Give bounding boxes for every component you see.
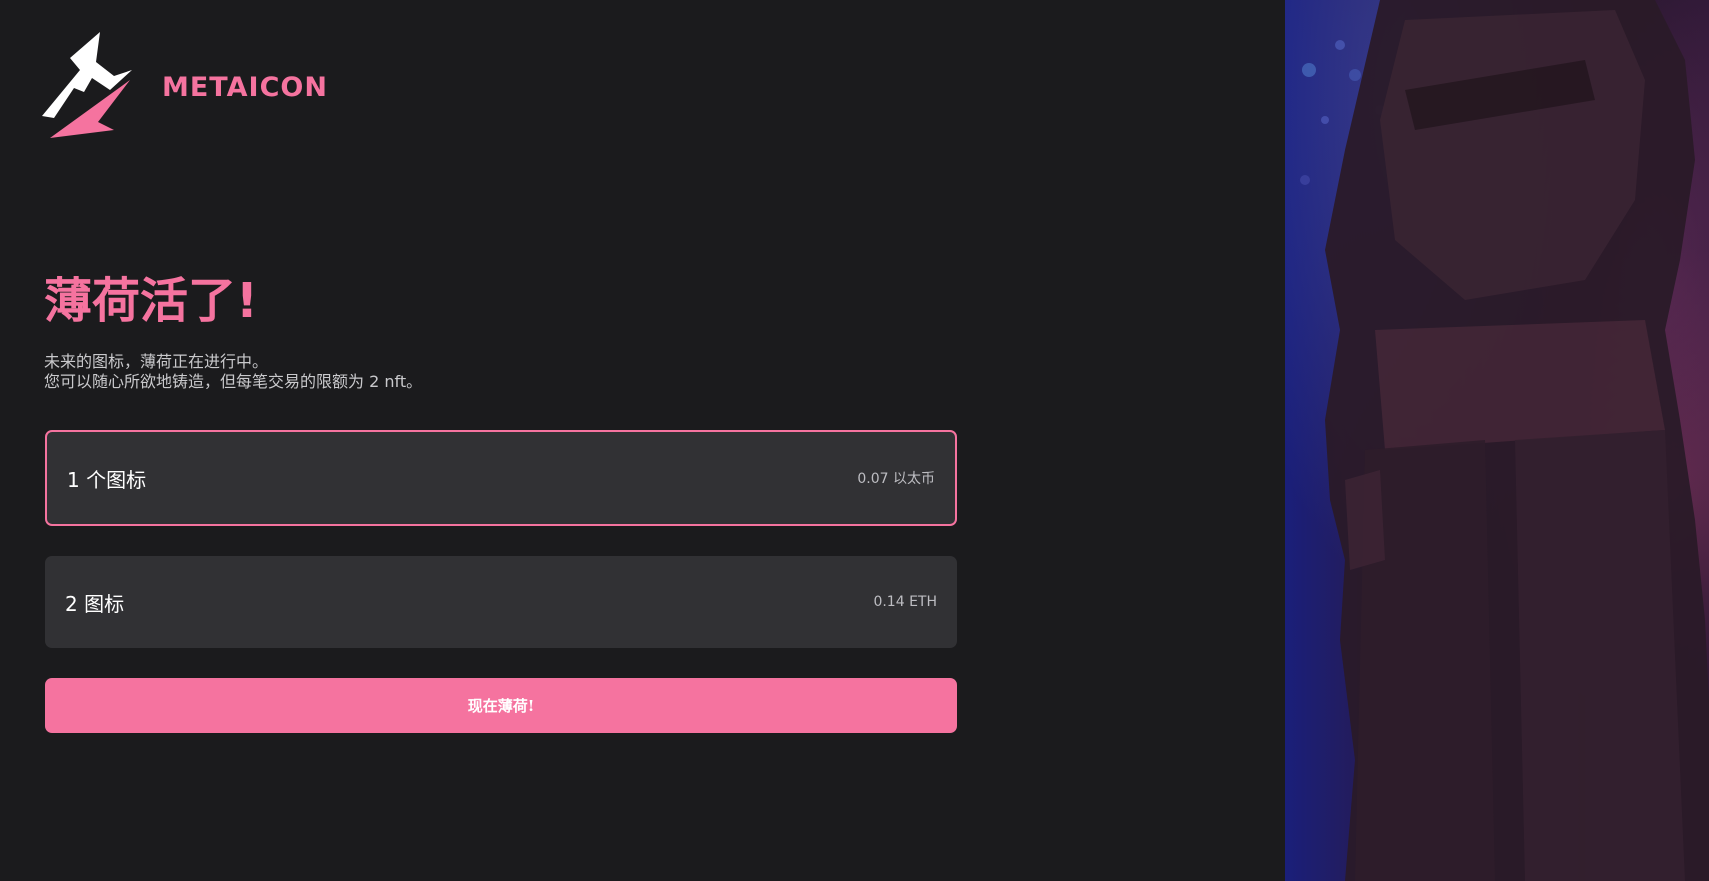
page: METAICON 薄荷活了! 未来的图标，薄荷正在进行中。 您可以随心所欲地铸造…: [0, 0, 1709, 881]
hero-character-image: [1285, 0, 1709, 881]
character-figure-illustration: [1300, 0, 1709, 881]
option-label: 2 图标: [65, 591, 125, 616]
mint-now-button[interactable]: 现在薄荷!: [45, 678, 957, 733]
page-title: 薄荷活了!: [44, 273, 258, 329]
option-price: 0.14 ETH: [873, 594, 937, 610]
mint-option-2-icons[interactable]: 2 图标 0.14 ETH: [45, 556, 957, 648]
description: 未来的图标，薄荷正在进行中。 您可以随心所欲地铸造，但每笔交易的限额为 2 nf…: [44, 352, 422, 392]
description-line-2: 您可以随心所欲地铸造，但每笔交易的限额为 2 nft。: [44, 372, 423, 391]
brand-logo[interactable]: METAICON: [40, 32, 328, 138]
option-label: 1 个图标: [67, 467, 147, 492]
mint-panel: METAICON 薄荷活了! 未来的图标，薄荷正在进行中。 您可以随心所欲地铸造…: [0, 0, 1285, 881]
description-line-1: 未来的图标，薄荷正在进行中。: [44, 352, 269, 371]
mint-option-1-icon[interactable]: 1 个图标 0.07 以太币: [45, 430, 957, 526]
brand-name: METAICON: [162, 71, 328, 103]
lightning-claw-logo-icon: [42, 32, 132, 138]
option-price: 0.07 以太币: [857, 471, 935, 487]
